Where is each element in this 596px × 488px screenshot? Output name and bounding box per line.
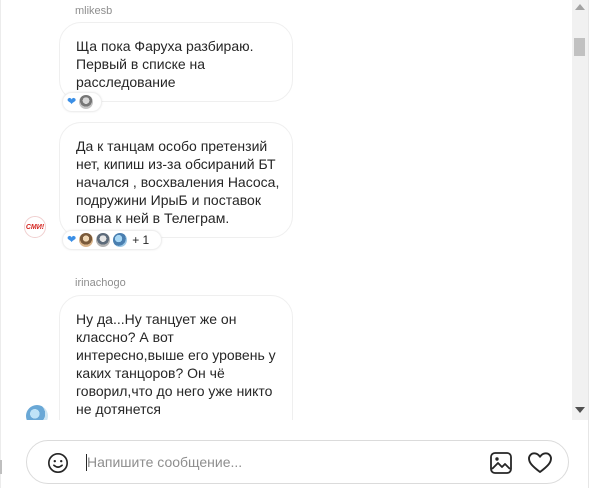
- reactor-avatar: [113, 233, 128, 247]
- scroll-up-arrow-icon[interactable]: [575, 4, 585, 10]
- scrollbar[interactable]: [572, 0, 588, 420]
- reactor-avatar: [96, 233, 111, 247]
- left-edge-marker: [0, 460, 2, 474]
- sender-avatar[interactable]: [26, 405, 48, 420]
- message-text: Да к танцам особо претензий нет, кипиш и…: [76, 138, 280, 226]
- message-bubble[interactable]: Ну да...Ну танцует же он классно? А вот …: [59, 295, 293, 420]
- reaction-heart-icon: ❤: [67, 95, 77, 108]
- message-thread[interactable]: mlikesb Ща пока Фаруха разбираю. Первый …: [0, 0, 572, 420]
- sender-username: mlikesb: [75, 5, 113, 17]
- scroll-down-arrow-icon[interactable]: [575, 407, 585, 413]
- message-bubble[interactable]: Ща пока Фаруха разбираю. Первый в списке…: [59, 22, 293, 102]
- reactions-more-count: + 1: [132, 233, 150, 247]
- image-icon[interactable]: [489, 451, 513, 475]
- message-text: Ща пока Фаруха разбираю. Первый в списке…: [76, 38, 254, 90]
- emoji-icon[interactable]: [47, 452, 69, 474]
- reaction-heart-icon: ❤: [67, 233, 77, 246]
- message-text: Ну да...Ну танцует же он классно? А вот …: [76, 311, 276, 417]
- reactor-avatar: [79, 233, 94, 247]
- right-border: [588, 0, 589, 488]
- scrollbar-thumb[interactable]: [574, 38, 585, 56]
- avatar-logo-text: СМИ!: [25, 223, 45, 231]
- message-composer[interactable]: [26, 440, 569, 484]
- reactions-bar[interactable]: ❤ + 1: [62, 230, 162, 250]
- sender-username: irinachogo: [75, 277, 126, 289]
- sender-avatar[interactable]: СМИ!: [24, 216, 46, 238]
- message-input[interactable]: [87, 451, 467, 473]
- heart-icon[interactable]: [527, 451, 553, 475]
- reactions-bar[interactable]: ❤: [62, 92, 102, 112]
- reactor-avatar: [79, 95, 94, 109]
- message-bubble[interactable]: Да к танцам особо претензий нет, кипиш и…: [59, 122, 293, 238]
